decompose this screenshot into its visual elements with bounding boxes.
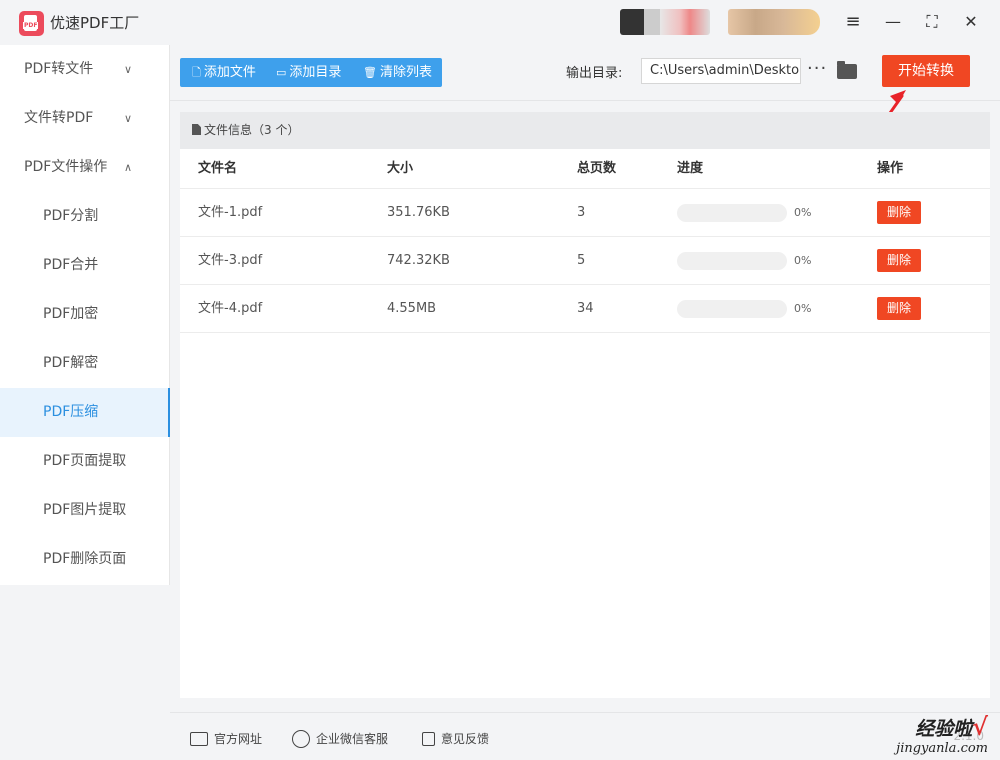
column-header-progress: 进度 <box>677 161 704 176</box>
watermark: 经验啦√ jingyanla.com <box>896 712 988 756</box>
check-icon: √ <box>972 712 988 741</box>
maximize-icon[interactable]: ⛶ <box>920 10 944 34</box>
sidebar-item-pdf-compress[interactable]: PDF压缩 <box>0 388 170 437</box>
table-row: 文件-4.pdf 4.55MB 34 0% 删除 <box>180 285 990 333</box>
wechat-support-link[interactable]: 企业微信客服 <box>292 730 388 748</box>
progress-text: 0% <box>794 206 812 219</box>
chevron-up-icon: ∧ <box>124 161 133 174</box>
sidebar-item-file-to-pdf[interactable]: 文件转PDF ∨ <box>0 94 170 143</box>
document-icon <box>192 124 201 135</box>
sidebar-item-pdf-delete-page[interactable]: PDF删除页面 <box>0 535 170 584</box>
official-website-label: 官方网址 <box>214 732 263 746</box>
column-header-size: 大小 <box>387 161 414 176</box>
file-panel: 文件信息（3 个） 文件名 大小 总页数 进度 操作 文件-1.pdf 351.… <box>180 112 990 698</box>
file-name: 文件-1.pdf <box>198 205 263 220</box>
sidebar-item-label: PDF压缩 <box>43 404 99 420</box>
file-pages: 34 <box>577 301 594 316</box>
column-header-name: 文件名 <box>198 161 238 176</box>
username <box>728 9 820 35</box>
website-icon <box>190 732 208 746</box>
table-row: 文件-3.pdf 742.32KB 5 0% 删除 <box>180 237 990 285</box>
delete-button[interactable]: 删除 <box>877 297 921 320</box>
column-header-pages: 总页数 <box>577 161 617 176</box>
progress-bar <box>677 252 787 270</box>
add-directory-button[interactable]: ▭ 添加目录 <box>276 58 341 87</box>
avatar[interactable] <box>620 9 710 35</box>
trash-icon: 🗑 <box>363 66 377 79</box>
clear-list-label: 清除列表 <box>379 65 432 80</box>
file-info-header: 文件信息（3 个） <box>180 112 990 149</box>
column-header-action: 操作 <box>877 161 904 176</box>
sidebar-item-label: PDF合并 <box>43 257 99 273</box>
sidebar-item-pdf-image-extract[interactable]: PDF图片提取 <box>0 486 170 535</box>
sidebar-item-pdf-ops[interactable]: PDF文件操作 ∧ <box>0 143 170 192</box>
folder-outline-icon: ▭ <box>276 66 287 79</box>
chevron-down-icon: ∨ <box>124 63 133 76</box>
progress-bar <box>677 300 787 318</box>
sidebar-item-label: PDF加密 <box>43 306 99 322</box>
add-file-button[interactable]: 🗋 添加文件 <box>192 58 256 87</box>
official-website-link[interactable]: 官方网址 <box>190 730 262 747</box>
output-dir-label: 输出目录: <box>566 66 623 81</box>
chevron-down-icon: ∨ <box>124 112 133 125</box>
output-dir-input[interactable]: C:\Users\admin\Deskto <box>641 58 801 84</box>
watermark-title: 经验啦 <box>915 718 973 740</box>
footer: 官方网址 企业微信客服 意见反馈 2.1.0 <box>170 712 1000 760</box>
feedback-link[interactable]: 意见反馈 <box>422 730 489 747</box>
title-bar: 优速PDF工厂 ≡ — ⛶ ✕ <box>0 0 1000 45</box>
file-name: 文件-3.pdf <box>198 253 263 268</box>
app-logo-icon <box>19 11 44 36</box>
file-size: 351.76KB <box>387 205 450 220</box>
file-size: 742.32KB <box>387 253 450 268</box>
sidebar-item-label: 文件转PDF <box>24 110 94 126</box>
sidebar-item-label: PDF分割 <box>43 208 99 224</box>
progress-text: 0% <box>794 302 812 315</box>
wechat-support-label: 企业微信客服 <box>316 732 389 746</box>
sidebar-item-pdf-page-extract[interactable]: PDF页面提取 <box>0 437 170 486</box>
file-info-title: 文件信息（3 个） <box>204 123 300 137</box>
sidebar-item-label: PDF图片提取 <box>43 502 127 518</box>
clear-list-button[interactable]: 🗑 清除列表 <box>363 58 432 87</box>
sidebar: PDF转文件 ∨ 文件转PDF ∨ PDF文件操作 ∧ PDF分割 PDF合并 … <box>0 45 170 585</box>
file-button-group: 🗋 添加文件 ▭ 添加目录 🗑 清除列表 <box>180 58 442 87</box>
start-convert-button[interactable]: 开始转换 <box>882 55 970 87</box>
close-icon[interactable]: ✕ <box>959 10 983 34</box>
file-name: 文件-4.pdf <box>198 301 263 316</box>
folder-icon[interactable] <box>837 61 857 79</box>
table-header: 文件名 大小 总页数 进度 操作 <box>180 149 990 189</box>
sidebar-item-pdf-merge[interactable]: PDF合并 <box>0 241 170 290</box>
file-pages: 3 <box>577 205 586 220</box>
watermark-url: jingyanla.com <box>896 741 988 756</box>
sidebar-item-label: PDF解密 <box>43 355 99 371</box>
more-icon[interactable]: ··· <box>807 58 827 79</box>
delete-button[interactable]: 删除 <box>877 201 921 224</box>
sidebar-item-label: PDF转文件 <box>24 61 94 77</box>
sidebar-item-pdf-split[interactable]: PDF分割 <box>0 192 170 241</box>
chat-icon <box>292 730 310 748</box>
table-row: 文件-1.pdf 351.76KB 3 0% 删除 <box>180 189 990 237</box>
file-size: 4.55MB <box>387 301 437 316</box>
file-pages: 5 <box>577 253 586 268</box>
app-title: 优速PDF工厂 <box>50 14 140 32</box>
menu-icon[interactable]: ≡ <box>841 10 865 34</box>
sidebar-item-label: PDF页面提取 <box>43 453 127 469</box>
add-file-label: 添加文件 <box>203 65 256 80</box>
progress-text: 0% <box>794 254 812 267</box>
feedback-icon <box>422 732 435 746</box>
file-icon: 🗋 <box>192 66 201 79</box>
progress-bar <box>677 204 787 222</box>
sidebar-item-pdf-decrypt[interactable]: PDF解密 <box>0 339 170 388</box>
sidebar-item-pdf-encrypt[interactable]: PDF加密 <box>0 290 170 339</box>
sidebar-item-pdf-to-file[interactable]: PDF转文件 ∨ <box>0 45 170 94</box>
add-directory-label: 添加目录 <box>289 65 342 80</box>
sidebar-item-label: PDF删除页面 <box>43 551 127 567</box>
sidebar-item-label: PDF文件操作 <box>24 159 108 175</box>
delete-button[interactable]: 删除 <box>877 249 921 272</box>
feedback-label: 意见反馈 <box>441 732 490 746</box>
minimize-icon[interactable]: — <box>881 10 905 34</box>
